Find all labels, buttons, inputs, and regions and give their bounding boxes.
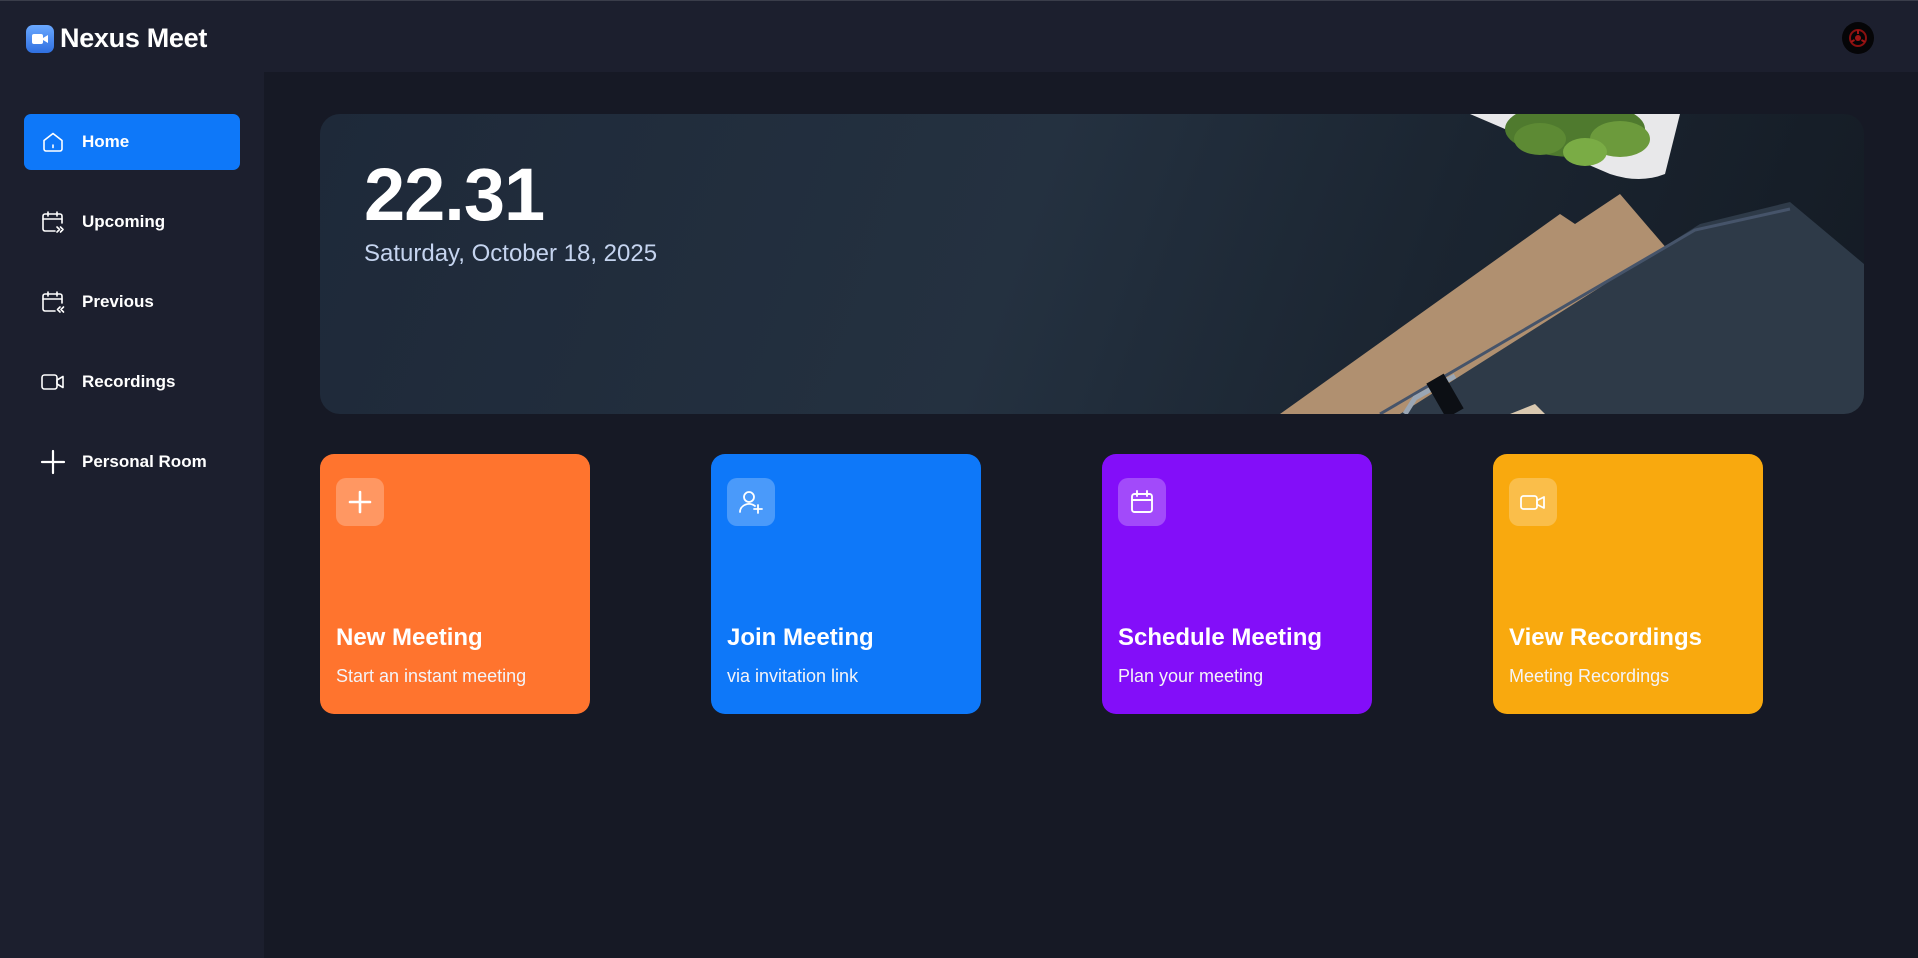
- new-meeting-card[interactable]: New Meeting Start an instant meeting: [320, 454, 590, 714]
- schedule-meeting-card[interactable]: Schedule Meeting Plan your meeting: [1102, 454, 1372, 714]
- sidebar-item-label: Home: [82, 132, 130, 151]
- calendar-upcoming-icon: [40, 209, 66, 235]
- user-add-icon: [727, 478, 775, 526]
- sidebar-item-previous[interactable]: Previous: [24, 274, 240, 330]
- sidebar-item-home[interactable]: Home: [24, 114, 240, 170]
- card-subtitle: Meeting Recordings: [1509, 666, 1670, 686]
- sidebar-item-label: Recordings: [82, 372, 176, 391]
- sidebar: Home Upcoming Previous Recordings Person…: [0, 72, 264, 958]
- sidebar-item-recordings[interactable]: Recordings: [24, 354, 240, 410]
- view-recordings-card[interactable]: View Recordings Meeting Recordings: [1493, 454, 1763, 714]
- sidebar-item-label: Personal Room: [82, 452, 207, 471]
- hero-banner: 22.31 Saturday, October 18, 2025: [320, 114, 1864, 414]
- card-title: New Meeting: [336, 624, 483, 651]
- card-title: Schedule Meeting: [1118, 624, 1323, 651]
- calendar-previous-icon: [40, 289, 66, 315]
- video-icon: [40, 369, 66, 395]
- plus-icon: [336, 478, 384, 526]
- current-date: Saturday, October 18, 2025: [364, 240, 658, 267]
- user-avatar[interactable]: [1842, 22, 1874, 54]
- video-camera-icon: [26, 24, 54, 53]
- avatar-emblem-icon: [1849, 29, 1867, 47]
- calendar-icon: [1118, 478, 1166, 526]
- video-icon: [1509, 478, 1557, 526]
- app-logo[interactable]: Nexus Meet: [26, 23, 207, 54]
- join-meeting-card[interactable]: Join Meeting via invitation link: [711, 454, 981, 714]
- current-time: 22.31: [364, 153, 545, 236]
- home-icon: [40, 129, 66, 155]
- top-bar: Nexus Meet: [0, 0, 1918, 72]
- card-title: Join Meeting: [727, 624, 874, 651]
- plus-icon: [40, 449, 66, 475]
- sidebar-item-label: Previous: [82, 292, 154, 311]
- app-title: Nexus Meet: [60, 23, 208, 53]
- card-subtitle: via invitation link: [727, 666, 859, 686]
- sidebar-item-personal-room[interactable]: Personal Room: [24, 434, 240, 490]
- card-title: View Recordings: [1509, 624, 1702, 651]
- sidebar-item-upcoming[interactable]: Upcoming: [24, 194, 240, 250]
- card-subtitle: Start an instant meeting: [336, 666, 527, 686]
- card-subtitle: Plan your meeting: [1118, 666, 1264, 686]
- sidebar-item-label: Upcoming: [82, 212, 166, 231]
